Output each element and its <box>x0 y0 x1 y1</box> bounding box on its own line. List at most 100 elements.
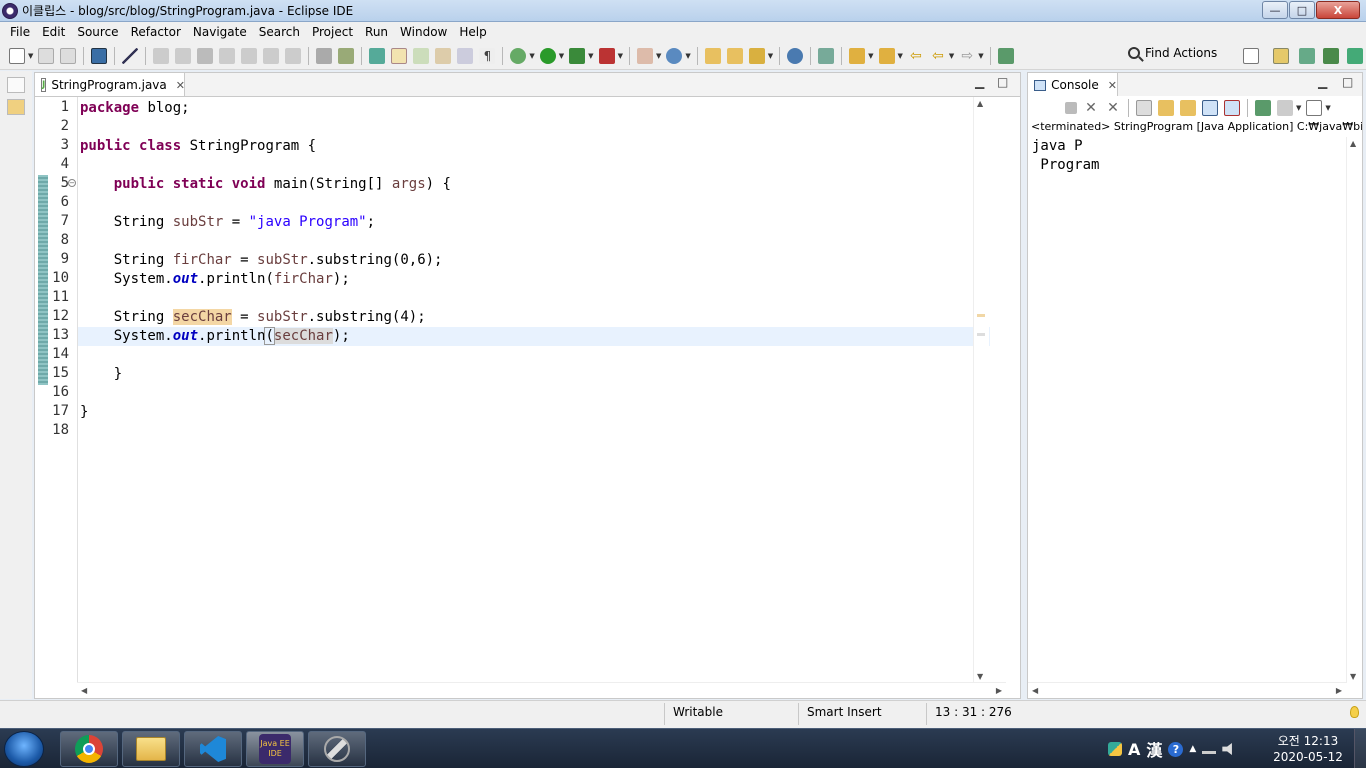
maximize-button[interactable]: □ <box>1289 1 1315 19</box>
show-console-on-stderr-icon[interactable] <box>1224 100 1240 116</box>
menu-help[interactable]: Help <box>453 25 492 39</box>
word-wrap-icon[interactable] <box>1180 100 1196 116</box>
menu-project[interactable]: Project <box>306 25 359 39</box>
find-actions-button[interactable]: Find Actions <box>1128 46 1217 60</box>
toggle-block-selection-icon[interactable] <box>413 47 430 64</box>
minimize-icon[interactable]: ▁ <box>1318 75 1327 89</box>
drop-to-frame-icon[interactable] <box>316 47 333 64</box>
open-type-icon[interactable] <box>369 47 386 64</box>
next-annotation-icon[interactable] <box>849 47 866 64</box>
search-tool-icon[interactable] <box>748 47 765 64</box>
chevron-down-icon[interactable]: ▼ <box>977 672 983 681</box>
display-console-icon[interactable] <box>1277 100 1293 116</box>
close-icon[interactable]: ✕ <box>1108 79 1117 92</box>
minimize-icon[interactable]: ▁ <box>975 75 984 89</box>
chevron-down-icon[interactable]: ▼ <box>559 52 564 60</box>
chrome-task-button[interactable] <box>60 731 118 767</box>
show-desktop-button[interactable] <box>1354 729 1366 768</box>
chevron-down-icon[interactable]: ▼ <box>978 52 983 60</box>
tab-console[interactable]: Console ✕ <box>1028 73 1118 97</box>
menu-source[interactable]: Source <box>71 25 124 39</box>
run-icon[interactable] <box>539 47 556 64</box>
open-console-icon[interactable] <box>1306 100 1323 116</box>
network-icon[interactable] <box>1202 744 1217 754</box>
skip-breakpoints-icon[interactable] <box>122 47 139 64</box>
step-over-icon[interactable] <box>263 47 280 64</box>
save-all-icon[interactable] <box>60 47 77 64</box>
java-ee-perspective-icon[interactable] <box>1273 48 1289 64</box>
chevron-down-icon[interactable]: ▼ <box>588 52 593 60</box>
debug-icon[interactable] <box>510 47 527 64</box>
globe-icon[interactable] <box>787 47 804 64</box>
java-perspective-icon[interactable] <box>1323 48 1339 64</box>
menu-refactor[interactable]: Refactor <box>125 25 187 39</box>
chevron-down-icon[interactable]: ▼ <box>1350 672 1356 681</box>
menu-window[interactable]: Window <box>394 25 453 39</box>
chevron-right-icon[interactable]: ▶ <box>1336 686 1342 695</box>
new-class-icon[interactable] <box>666 47 683 64</box>
show-console-on-stdout-icon[interactable] <box>1202 100 1218 116</box>
tab-stringprogram-java[interactable]: J StringProgram.java ✕ <box>35 73 185 97</box>
console-output[interactable]: java P Program ▲ ▼ ◀ ▶ <box>1027 137 1363 699</box>
code-text-area[interactable]: package blog; public class StringProgram… <box>77 97 990 683</box>
overview-ruler-mark[interactable] <box>977 333 985 336</box>
close-icon[interactable]: ✕ <box>176 79 185 92</box>
terminal-icon[interactable] <box>91 47 108 64</box>
chevron-left-icon[interactable]: ◀ <box>81 686 87 695</box>
collapse-icon[interactable]: − <box>68 179 76 187</box>
scroll-lock-icon[interactable] <box>1158 100 1174 116</box>
menu-navigate[interactable]: Navigate <box>187 25 253 39</box>
step-return-icon[interactable] <box>285 47 302 64</box>
quick-access-icon[interactable] <box>997 47 1014 64</box>
package-explorer-icon[interactable] <box>7 99 25 115</box>
open-folder-icon[interactable] <box>704 47 721 64</box>
menu-search[interactable]: Search <box>253 25 306 39</box>
chevron-up-icon[interactable]: ▲ <box>1350 139 1356 148</box>
step-into-icon[interactable] <box>241 47 258 64</box>
menu-file[interactable]: File <box>4 25 36 39</box>
chevron-down-icon[interactable]: ▼ <box>898 52 903 60</box>
pin-editor-icon[interactable] <box>818 47 835 64</box>
chevron-down-icon[interactable]: ▼ <box>1296 104 1301 112</box>
cursor-position-status[interactable]: 13 : 31 : 276 <box>935 705 1012 719</box>
editor-vertical-scrollbar[interactable]: ▲ ▼ <box>973 97 989 683</box>
vscode-task-button[interactable] <box>184 731 242 767</box>
resume-icon[interactable] <box>153 47 170 64</box>
open-perspective-icon[interactable] <box>1243 48 1259 64</box>
insert-mode-status[interactable]: Smart Insert <box>807 705 882 719</box>
chevron-down-icon[interactable]: ▼ <box>685 52 690 60</box>
explorer-task-button[interactable] <box>122 731 180 767</box>
minimize-button[interactable]: — <box>1262 1 1288 19</box>
terminate-icon[interactable] <box>197 47 214 64</box>
remove-launch-icon[interactable]: ✕ <box>1083 100 1099 116</box>
new-icon[interactable] <box>9 47 25 64</box>
debug-perspective-icon[interactable] <box>1299 48 1315 64</box>
maximize-icon[interactable]: □ <box>1342 75 1353 89</box>
chevron-down-icon[interactable]: ▼ <box>28 52 33 60</box>
toggle-breadcrumb-icon[interactable] <box>435 47 452 64</box>
previous-annotation-icon[interactable] <box>878 47 895 64</box>
save-icon[interactable] <box>38 47 55 64</box>
menu-run[interactable]: Run <box>359 25 394 39</box>
volume-muted-icon[interactable] <box>1222 743 1232 755</box>
java-editor[interactable]: 1 2 3 4 5 6 7 8 9 10 11 12 13 14 15 16 1… <box>34 96 1021 699</box>
chevron-up-icon[interactable]: ▲ <box>1189 744 1196 754</box>
eclipse-task-button[interactable]: Java EE IDE <box>246 731 304 767</box>
menu-edit[interactable]: Edit <box>36 25 71 39</box>
close-button[interactable]: X <box>1316 1 1360 19</box>
open-resource-icon[interactable] <box>726 47 743 64</box>
new-java-project-icon[interactable] <box>636 47 653 64</box>
back-icon[interactable]: ⇦ <box>930 48 946 64</box>
overview-ruler-mark[interactable] <box>977 314 985 317</box>
chevron-right-icon[interactable]: ▶ <box>996 686 1002 695</box>
toggle-mark-occurrences-icon[interactable] <box>391 47 408 64</box>
remove-all-terminated-icon[interactable]: ✕ <box>1105 100 1121 116</box>
hanja-label[interactable]: 漢 <box>1146 737 1162 761</box>
coverage-icon[interactable] <box>569 47 586 64</box>
console-vertical-scrollbar[interactable]: ▲ ▼ <box>1346 137 1362 683</box>
use-step-filters-icon[interactable] <box>338 47 355 64</box>
help-icon[interactable]: ? <box>1168 741 1184 757</box>
clear-console-icon[interactable] <box>1136 100 1152 116</box>
show-whitespace-icon[interactable]: ¶ <box>479 47 496 64</box>
chevron-down-icon[interactable]: ▼ <box>768 52 773 60</box>
